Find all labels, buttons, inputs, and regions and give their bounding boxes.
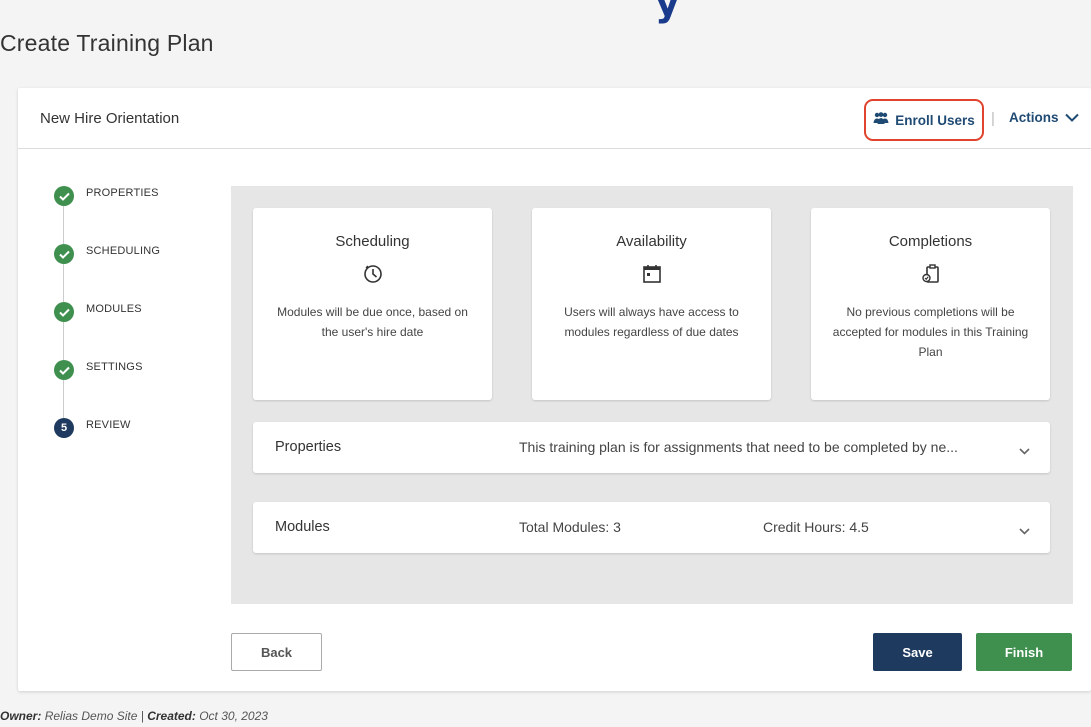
step-connector bbox=[63, 264, 64, 302]
properties-description: This training plan is for assignments th… bbox=[519, 439, 958, 455]
availability-summary-card: Availability Users will always have acce… bbox=[532, 208, 771, 400]
save-button[interactable]: Save bbox=[873, 633, 962, 671]
step-connector bbox=[63, 380, 64, 418]
check-icon bbox=[54, 302, 74, 322]
training-plan-card: New Hire Orientation Enroll Users | Acti… bbox=[18, 88, 1091, 691]
clipboard-check-icon bbox=[811, 264, 1050, 286]
created-label: Created: bbox=[147, 709, 196, 723]
step-scheduling[interactable]: SCHEDULING bbox=[54, 244, 160, 264]
actions-dropdown[interactable]: Actions bbox=[1009, 110, 1079, 125]
accordion-title: Modules bbox=[275, 519, 330, 535]
plan-name: New Hire Orientation bbox=[40, 110, 180, 127]
review-panel: Scheduling Modules will be due once, bas… bbox=[231, 186, 1073, 604]
summary-title: Completions bbox=[888, 233, 973, 250]
summary-title: Scheduling bbox=[335, 233, 410, 250]
check-icon bbox=[54, 244, 74, 264]
credit-hours: Credit Hours: 4.5 bbox=[763, 519, 869, 535]
total-modules: Total Modules: 3 bbox=[519, 519, 621, 535]
step-label: MODULES bbox=[86, 303, 142, 315]
summary-text: Users will always have access to modules… bbox=[564, 305, 739, 339]
completions-summary-card: Completions No previous completions will… bbox=[811, 208, 1050, 400]
summary-title: Availability bbox=[616, 233, 687, 250]
plan-metadata: Owner: Relias Demo Site | Created: Oct 3… bbox=[0, 709, 268, 723]
page-title: Create Training Plan bbox=[0, 30, 214, 56]
modules-accordion[interactable]: Modules Total Modules: 3 Credit Hours: 4… bbox=[253, 502, 1050, 553]
header-separator: | bbox=[991, 110, 995, 127]
step-properties[interactable]: PROPERTIES bbox=[54, 186, 159, 206]
owner-label: Owner: bbox=[0, 709, 42, 723]
properties-accordion[interactable]: Properties This training plan is for ass… bbox=[253, 422, 1050, 473]
check-icon bbox=[54, 186, 74, 206]
step-label: REVIEW bbox=[86, 419, 131, 431]
step-connector bbox=[63, 322, 64, 360]
chevron-down-icon bbox=[1019, 442, 1030, 460]
step-label: SCHEDULING bbox=[86, 245, 161, 257]
accordion-title: Properties bbox=[275, 439, 342, 455]
step-review[interactable]: 5 REVIEW bbox=[54, 418, 131, 438]
chevron-down-icon bbox=[1064, 110, 1079, 125]
calendar-icon bbox=[532, 264, 771, 286]
step-number: 5 bbox=[54, 418, 74, 438]
decorative-fragment: y bbox=[655, 0, 680, 24]
summary-text: No previous completions will be accepted… bbox=[832, 305, 1029, 359]
enroll-users-label: Enroll Users bbox=[895, 112, 975, 128]
clock-icon bbox=[253, 264, 492, 286]
step-modules[interactable]: MODULES bbox=[54, 302, 142, 322]
check-icon bbox=[54, 360, 74, 380]
actions-label: Actions bbox=[1009, 110, 1059, 125]
users-icon bbox=[873, 112, 889, 128]
step-label: PROPERTIES bbox=[86, 187, 159, 199]
card-header: New Hire Orientation Enroll Users | Acti… bbox=[18, 88, 1091, 149]
scheduling-summary-card: Scheduling Modules will be due once, bas… bbox=[253, 208, 492, 400]
finish-button[interactable]: Finish bbox=[976, 633, 1072, 671]
step-label: SETTINGS bbox=[86, 361, 143, 373]
chevron-down-icon bbox=[1019, 522, 1030, 540]
summary-text: Modules will be due once, based on the u… bbox=[277, 305, 468, 339]
owner-value: Relias Demo Site | bbox=[44, 709, 144, 723]
enroll-users-button[interactable]: Enroll Users bbox=[864, 99, 984, 141]
created-value: Oct 30, 2023 bbox=[199, 709, 268, 723]
back-button[interactable]: Back bbox=[231, 633, 322, 671]
step-settings[interactable]: SETTINGS bbox=[54, 360, 143, 380]
step-connector bbox=[63, 206, 64, 244]
